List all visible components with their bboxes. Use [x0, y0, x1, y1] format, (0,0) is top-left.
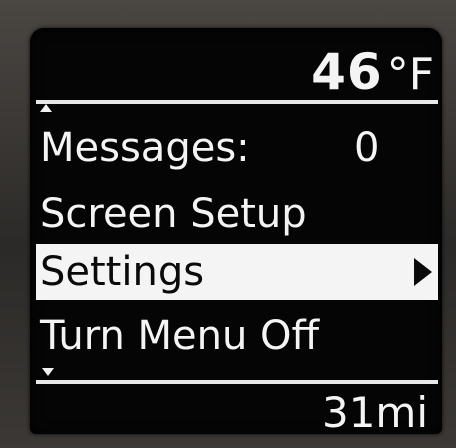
menu-item-label: Settings: [40, 249, 205, 295]
menu-item-label: Turn Menu Off: [40, 313, 320, 359]
menu-item-label: Screen Setup: [40, 191, 307, 237]
cluster-display: 46°F Messages: 0 Screen Setup Settings T…: [30, 28, 442, 434]
menu-item-screen-setup[interactable]: Screen Setup: [36, 186, 438, 242]
menu-item-messages[interactable]: Messages: 0: [36, 120, 438, 176]
bottom-divider: [36, 380, 438, 384]
top-divider: [36, 100, 438, 104]
scroll-up-arrow-icon: [40, 104, 52, 112]
temperature-unit: °F: [386, 49, 434, 100]
chevron-right-icon: [414, 258, 432, 286]
scroll-down-arrow-icon: [42, 368, 54, 376]
message-count: 0: [354, 125, 380, 171]
menu-item-label: Messages:: [40, 125, 250, 171]
menu-item-turn-menu-off[interactable]: Turn Menu Off: [36, 308, 438, 364]
menu-item-settings[interactable]: Settings: [36, 244, 438, 300]
temperature-value: 46: [311, 43, 383, 101]
outside-temperature: 46°F: [30, 42, 434, 102]
trip-distance: 31mi: [321, 388, 428, 434]
